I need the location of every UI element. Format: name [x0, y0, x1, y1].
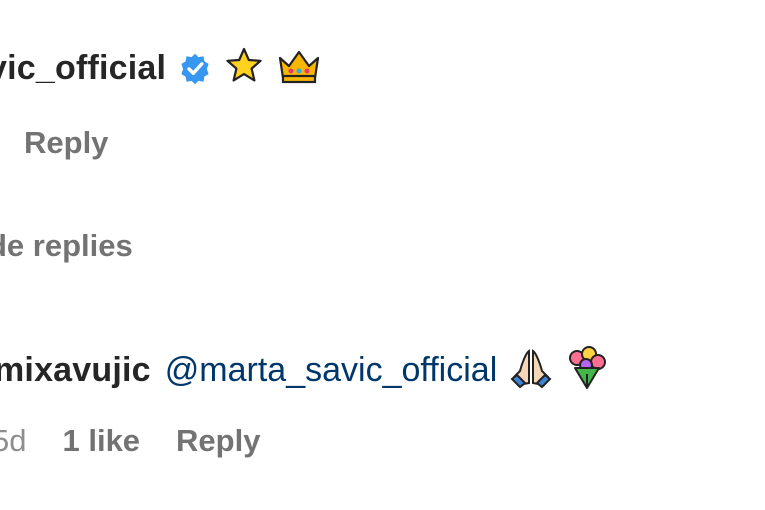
folded-hands-emoji-icon: [509, 347, 553, 394]
comment-header-top: vic_official: [0, 46, 322, 91]
comment-time: 5d: [0, 423, 27, 458]
verified-badge-icon: [178, 52, 212, 86]
bouquet-emoji-icon: [565, 346, 609, 395]
hide-replies-link[interactable]: de replies: [0, 228, 133, 264]
hide-replies-label[interactable]: de replies: [0, 228, 133, 264]
star-emoji-icon: [224, 46, 264, 91]
reply-comment-actions: 5d 1 like Reply: [0, 423, 260, 459]
comment-username[interactable]: vic_official: [0, 49, 166, 88]
reply-comment: mixavujic @marta_savic_official: [0, 346, 609, 395]
comments-panel: vic_official Reply de replies mixavujic …: [0, 0, 765, 510]
mention-link[interactable]: @marta_savic_official: [165, 351, 497, 390]
comment-actions-top: Reply: [24, 125, 108, 161]
reply-button-2[interactable]: Reply: [176, 423, 260, 459]
reply-username[interactable]: mixavujic: [0, 351, 151, 390]
reply-button[interactable]: Reply: [24, 125, 108, 161]
like-count[interactable]: 1 like: [62, 423, 140, 459]
crown-emoji-icon: [276, 46, 322, 91]
